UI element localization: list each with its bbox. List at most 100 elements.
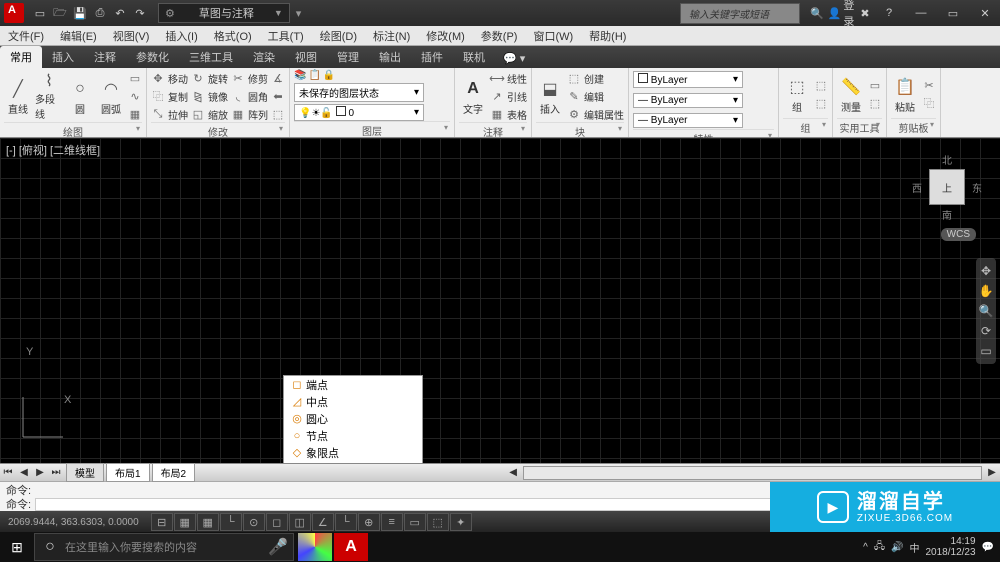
- layer-iso-icon[interactable]: 🔒: [323, 70, 335, 81]
- panel-block-title[interactable]: 块: [536, 122, 624, 139]
- leader-button[interactable]: ↗引线: [490, 88, 527, 104]
- copy-button[interactable]: ⿻复制: [151, 88, 188, 104]
- maximize-button[interactable]: ▭: [938, 3, 968, 23]
- osnap-endpoint[interactable]: ◻端点: [284, 376, 422, 393]
- wcs-badge[interactable]: WCS: [941, 228, 976, 241]
- tab-plugins[interactable]: 插件: [411, 46, 453, 68]
- menu-file[interactable]: 文件(F): [0, 26, 52, 45]
- viewport-label[interactable]: [-] [俯视] [二维线框]: [6, 142, 100, 158]
- mic-icon[interactable]: 🎤: [263, 537, 293, 557]
- panel-draw-title[interactable]: 绘图: [4, 122, 142, 139]
- fillet-button[interactable]: ◟圆角: [231, 88, 268, 104]
- infer-toggle[interactable]: ⊟: [151, 513, 173, 531]
- lineweight-combo[interactable]: — ByLayer▾: [633, 93, 743, 108]
- text-button[interactable]: A文字: [459, 72, 487, 120]
- tab-parametric[interactable]: 参数化: [126, 46, 179, 68]
- nav-showmotion-icon[interactable]: ▭: [980, 344, 991, 358]
- drawing-area[interactable]: [-] [俯视] [二维线框] 北 南 西 东 上 WCS ✥ ✋ 🔍 ⟳ ▭ …: [0, 138, 1000, 463]
- array-button[interactable]: ▦阵列: [231, 106, 268, 122]
- panel-clipboard-title[interactable]: 剪贴板: [891, 118, 936, 135]
- hscroll-left[interactable]: ◀: [505, 467, 521, 478]
- taskbar-clock[interactable]: 14:19 2018/12/23: [925, 536, 975, 558]
- dim-linear-button[interactable]: ⟷线性: [490, 70, 527, 86]
- group-edit-button[interactable]: ⬚: [814, 95, 828, 111]
- help-search-input[interactable]: 输入关键字或短语: [680, 3, 800, 24]
- spline-button[interactable]: ∿: [128, 88, 142, 104]
- viewcube-top[interactable]: 上: [929, 169, 965, 205]
- login-button[interactable]: 👤登录: [832, 4, 850, 22]
- undo-icon[interactable]: ↶: [112, 5, 128, 21]
- menu-tools[interactable]: 工具(T): [260, 26, 312, 45]
- nav-pan-icon[interactable]: ✋: [979, 284, 994, 298]
- osnap-quadrant[interactable]: ◇象限点: [284, 444, 422, 461]
- ribbon-extra-icon[interactable]: 💬 ▾: [495, 49, 533, 68]
- move-button[interactable]: ✥移动: [151, 70, 188, 86]
- tab-output[interactable]: 输出: [369, 46, 411, 68]
- stretch-button[interactable]: ⤡拉伸: [151, 106, 188, 122]
- tab-nav-first[interactable]: ⏮: [0, 467, 16, 478]
- menu-insert[interactable]: 插入(I): [157, 26, 205, 45]
- tab-annotate[interactable]: 注释: [84, 46, 126, 68]
- explode-button[interactable]: ⬅: [271, 88, 285, 104]
- layer-current-combo[interactable]: 💡☀🔓 0▾: [294, 104, 424, 121]
- taskbar-app-1[interactable]: [298, 533, 332, 561]
- grid-toggle[interactable]: ▦: [197, 513, 219, 531]
- osnap-node[interactable]: ○节点: [284, 427, 422, 444]
- dyn-toggle[interactable]: ⊕: [358, 513, 380, 531]
- tab-nav-next[interactable]: ▶: [32, 467, 48, 478]
- scale-button[interactable]: ◱缩放: [191, 106, 228, 122]
- layer-props-icon[interactable]: 📚: [294, 70, 306, 81]
- copy-clip-button[interactable]: ⿻: [922, 95, 936, 111]
- osnap-midpoint[interactable]: ◿中点: [284, 393, 422, 410]
- 3dosnap-toggle[interactable]: ◫: [289, 513, 311, 531]
- otrack-toggle[interactable]: ∠: [312, 513, 334, 531]
- close-button[interactable]: ✕: [970, 3, 1000, 23]
- workspace-selector[interactable]: 草图与注释 ▼: [158, 3, 290, 23]
- nav-zoom-icon[interactable]: 🔍: [979, 304, 994, 318]
- viewcube-south[interactable]: 南: [942, 207, 952, 222]
- qselect-button[interactable]: ⬚: [868, 95, 882, 111]
- print-icon[interactable]: ⎙: [92, 5, 108, 21]
- snap-toggle[interactable]: ▦: [174, 513, 196, 531]
- menu-modify[interactable]: 修改(M): [418, 26, 473, 45]
- menu-format[interactable]: 格式(O): [206, 26, 260, 45]
- panel-utilities-title[interactable]: 实用工具: [837, 118, 882, 135]
- menu-parametric[interactable]: 参数(P): [473, 26, 526, 45]
- panel-layers-title[interactable]: 图层: [294, 121, 450, 138]
- circle-button[interactable]: ○圆: [66, 72, 94, 120]
- viewcube-east[interactable]: 东: [972, 180, 982, 195]
- menu-draw[interactable]: 绘图(D): [312, 26, 365, 45]
- menu-help[interactable]: 帮助(H): [581, 26, 634, 45]
- taskbar-search[interactable]: ○ 在这里输入你要搜索的内容 🎤: [34, 533, 294, 561]
- linetype-combo[interactable]: — ByLayer▾: [633, 113, 743, 128]
- osnap-toggle[interactable]: ◻: [266, 513, 288, 531]
- trim-button[interactable]: ✂修剪: [231, 70, 268, 86]
- tab-online[interactable]: 联机: [453, 46, 495, 68]
- cut-button[interactable]: ✂: [922, 77, 936, 93]
- minimize-button[interactable]: —: [906, 3, 936, 23]
- panel-annotation-title[interactable]: 注释: [459, 122, 527, 139]
- tpy-toggle[interactable]: ▭: [404, 513, 426, 531]
- select-button[interactable]: ▭: [868, 77, 882, 93]
- exchange-icon[interactable]: ✖: [856, 4, 874, 22]
- hscroll-track[interactable]: [523, 466, 982, 480]
- erase-button[interactable]: ∡: [271, 70, 285, 86]
- viewcube-west[interactable]: 西: [912, 180, 922, 195]
- tab-nav-prev[interactable]: ◀: [16, 467, 32, 478]
- offset-button[interactable]: ⬚: [271, 106, 285, 122]
- hscroll-right[interactable]: ▶: [984, 467, 1000, 478]
- sc-toggle[interactable]: ✦: [450, 513, 472, 531]
- viewcube-north[interactable]: 北: [942, 152, 952, 167]
- ducs-toggle[interactable]: └: [335, 513, 357, 531]
- rect-button[interactable]: ▭: [128, 70, 142, 86]
- lwt-toggle[interactable]: ≡: [381, 513, 403, 531]
- menu-dimension[interactable]: 标注(N): [365, 26, 418, 45]
- layer-states-icon[interactable]: 📋: [308, 70, 320, 81]
- color-combo[interactable]: ByLayer▾: [633, 71, 743, 88]
- paste-button[interactable]: 📋粘贴: [891, 70, 919, 118]
- qp-toggle[interactable]: ⬚: [427, 513, 449, 531]
- table-button[interactable]: ▦表格: [490, 106, 527, 122]
- panel-modify-title[interactable]: 修改: [151, 122, 285, 139]
- tray-notifications-icon[interactable]: 💬: [982, 542, 994, 553]
- nav-orbit-icon[interactable]: ⟳: [981, 324, 991, 338]
